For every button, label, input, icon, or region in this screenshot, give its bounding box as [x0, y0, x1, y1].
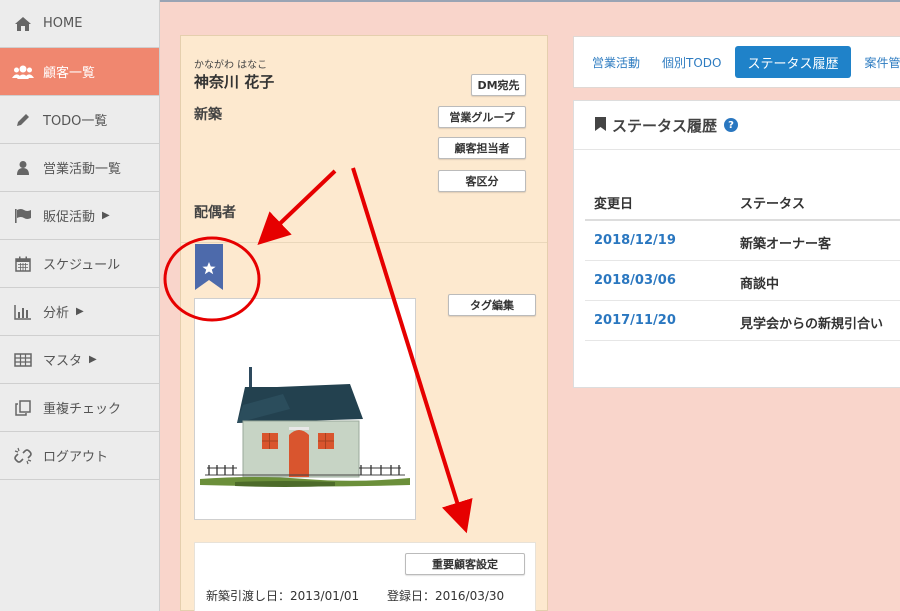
annotation-arrow-down [351, 167, 473, 534]
annotation-arrow-left [257, 169, 337, 246]
annotation-circle [163, 236, 261, 322]
annotation-overlay [163, 167, 473, 534]
